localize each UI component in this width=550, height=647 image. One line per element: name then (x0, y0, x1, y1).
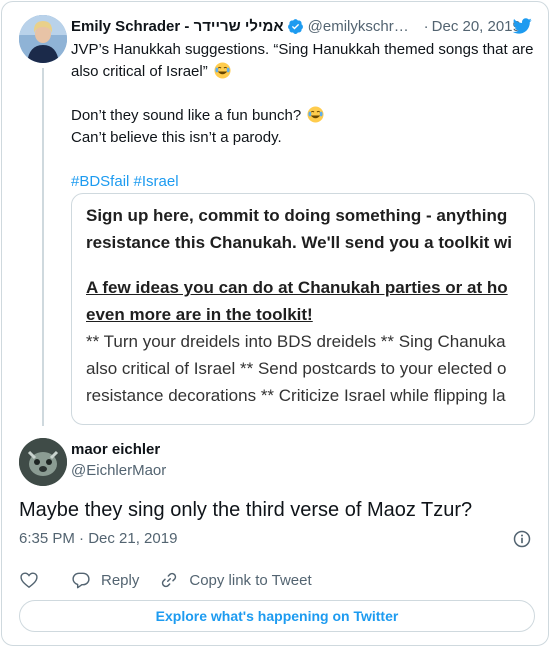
joy-emoji-icon (307, 106, 324, 123)
quoted-author-handle[interactable]: @emilykschrader (308, 18, 416, 35)
quoted-tweet-image[interactable]: Sign up here, commit to doing something … (71, 193, 535, 425)
avatar-maor[interactable] (19, 438, 67, 486)
image-line: resistance this Chanukah. We'll send you… (86, 233, 512, 252)
hashtag-bdsfail[interactable]: #BDSfail (71, 173, 129, 190)
quoted-tweet-header: Emily Schrader - אמילי שריידר @emilyksch… (71, 15, 533, 37)
copy-link-button[interactable]: Copy link to Tweet (159, 570, 312, 590)
tweet-actions: Reply Copy link to Tweet (19, 568, 312, 592)
image-text-content: Sign up here, commit to doing something … (86, 202, 534, 409)
quoted-text-line-3-wrap: Don’t they sound like a fun bunch? (71, 105, 537, 127)
verified-badge-icon (287, 18, 303, 34)
image-line: also critical of Israel ** Send postcard… (86, 359, 507, 378)
image-line: Sign up here, commit to doing something … (86, 206, 508, 225)
quoted-text-line-2: also critical of Israel” (71, 63, 208, 80)
link-icon (162, 572, 177, 588)
image-line: resistance decorations ** Criticize Isra… (86, 386, 506, 405)
thread-connector-line (42, 68, 44, 426)
quoted-text-line-1: JVP’s Hanukkah suggestions. “Sing Hanukk… (71, 41, 534, 58)
main-author-handle[interactable]: @EichlerMaor (71, 462, 166, 479)
quoted-text-line-2-wrap: also critical of Israel” (71, 61, 537, 83)
reply-button[interactable]: Reply (71, 570, 139, 590)
quoted-tweet-date[interactable]: Dec 20, 2019 (432, 18, 521, 35)
main-tweet-text: Maybe they sing only the third verse of … (19, 499, 473, 521)
info-icon[interactable] (512, 529, 532, 549)
joy-emoji-icon (214, 62, 231, 79)
avatar-emily[interactable] (19, 15, 67, 63)
quoted-text-line-3: Don’t they sound like a fun bunch? (71, 107, 302, 124)
hashtag-israel[interactable]: #Israel (134, 173, 179, 190)
separator-dot: · (423, 17, 429, 35)
reply-label: Reply (101, 571, 140, 589)
heart-icon (20, 572, 38, 589)
image-line: A few ideas you can do at Chanukah parti… (86, 278, 508, 297)
quoted-tweet-text: JVP’s Hanukkah suggestions. “Sing Hanukk… (71, 39, 537, 193)
main-tweet-timestamp[interactable]: 6:35 PM · Dec 21, 2019 (19, 530, 177, 547)
twitter-bird-icon[interactable] (511, 16, 533, 36)
quoted-author-name[interactable]: Emily Schrader - אמילי שריידר (71, 18, 284, 35)
image-line: even more are in the toolkit! (86, 305, 313, 324)
copy-link-label: Copy link to Tweet (189, 571, 312, 589)
image-line: ** Turn your dreidels into BDS dreidels … (86, 332, 506, 351)
tweet-embed-card: Emily Schrader - אמילי שריידר @emilyksch… (1, 1, 549, 646)
explore-twitter-button[interactable]: Explore what's happening on Twitter (19, 600, 535, 632)
reply-icon (72, 572, 90, 589)
quoted-text-line-4: Can’t believe this isn’t a parody. (71, 129, 282, 146)
main-author-name[interactable]: maor eichler (71, 441, 160, 458)
like-button[interactable] (19, 570, 39, 590)
hashtags-line: #BDSfail #Israel (71, 171, 537, 193)
